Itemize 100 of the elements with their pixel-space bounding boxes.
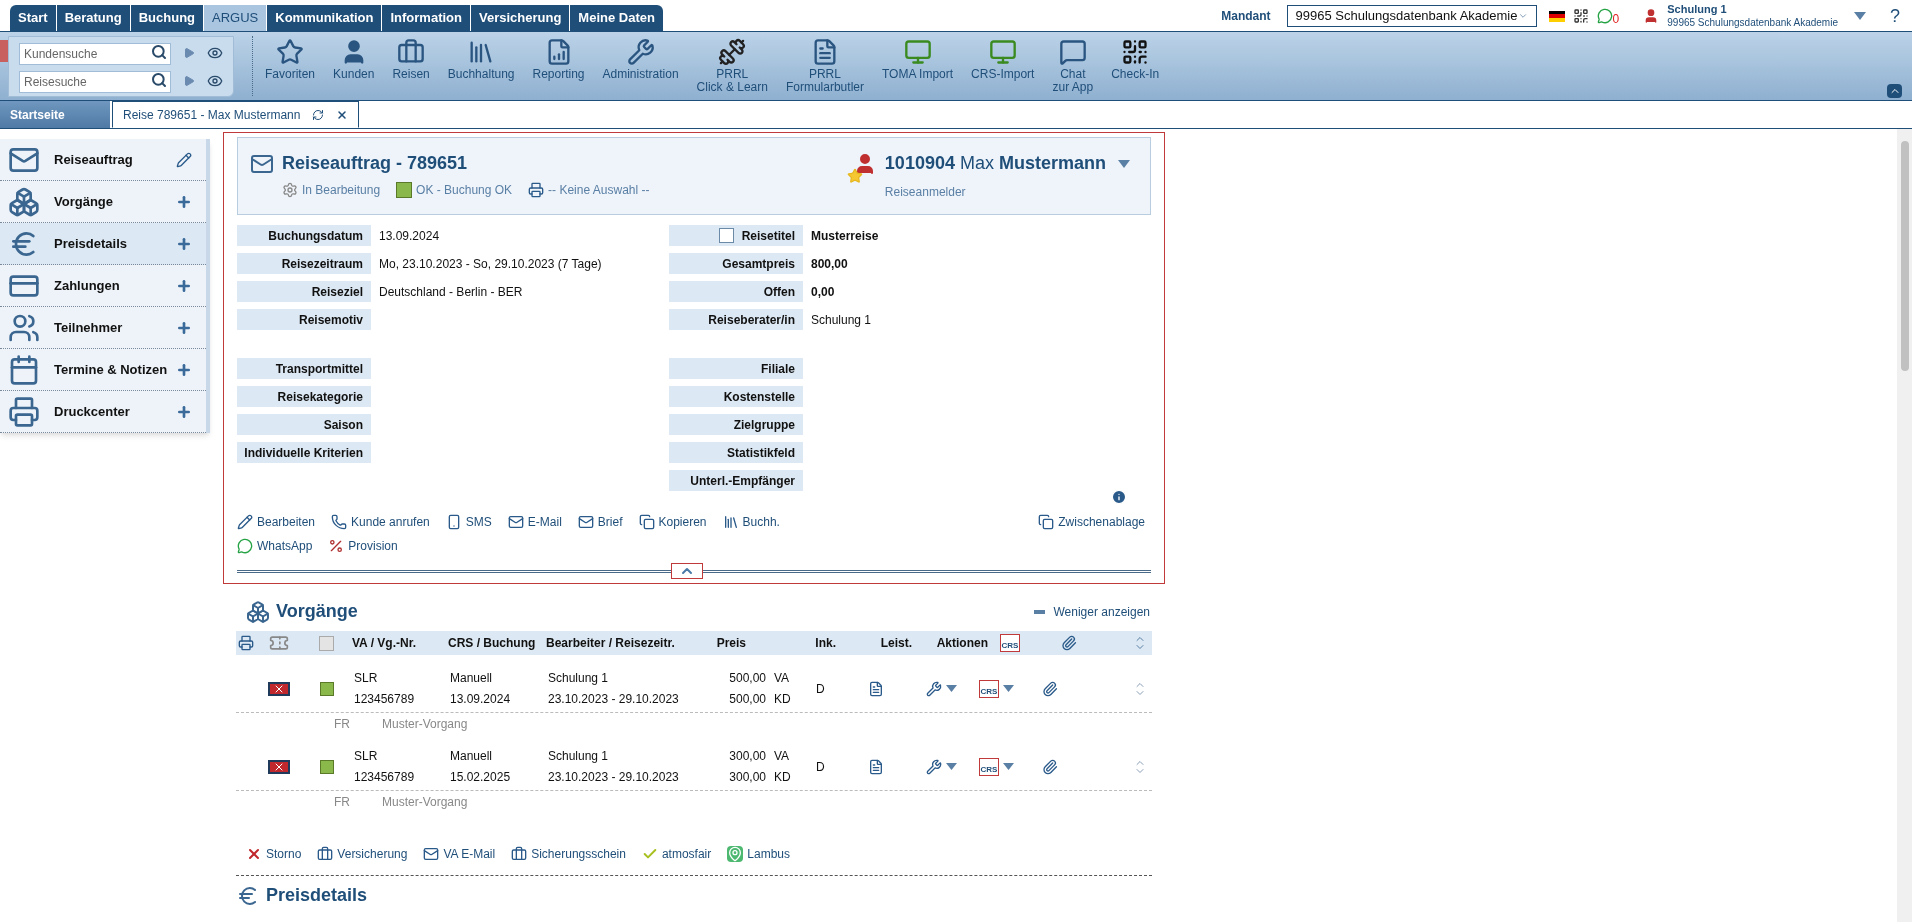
minus-icon (1034, 609, 1046, 614)
pencil-icon[interactable] (176, 151, 192, 168)
toggle-link[interactable]: Weniger anzeigen (1034, 602, 1152, 621)
document-icon[interactable] (868, 758, 884, 775)
cancel-icon[interactable] (268, 681, 290, 696)
toolbar-button[interactable]: Buchhaltung (447, 38, 515, 81)
toolbar-button[interactable]: CRS-Import (971, 38, 1035, 81)
plus-icon[interactable] (176, 235, 192, 252)
dropdown-arrow-icon[interactable] (1003, 685, 1014, 692)
action-link[interactable]: Storno (246, 845, 302, 863)
play-icon[interactable] (183, 74, 195, 87)
side-nav-item[interactable]: Reiseauftrag (0, 139, 206, 181)
scrollbar-thumb[interactable] (1900, 141, 1909, 371)
document-icon[interactable] (868, 680, 884, 697)
action-link[interactable]: Provision (328, 537, 398, 555)
toolbar-button[interactable]: Chat zur App (1052, 38, 1094, 94)
info-icon[interactable] (1111, 489, 1127, 505)
qr-code-icon[interactable] (1572, 8, 1589, 24)
search-field[interactable]: Reisesuche (19, 70, 171, 93)
dropdown-arrow-icon[interactable] (1854, 12, 1866, 20)
action-link[interactable]: SMS (445, 513, 492, 531)
side-nav-item[interactable]: Termine & Notizen (0, 349, 206, 391)
menu-tab[interactable]: Information (382, 5, 470, 31)
collapse-button[interactable] (1887, 84, 1902, 98)
toolbar-button[interactable]: Reporting (532, 38, 585, 81)
plus-icon[interactable] (176, 403, 192, 420)
side-nav-item[interactable]: Druckcenter (0, 391, 206, 433)
menu-tab[interactable]: Buchung (130, 5, 203, 31)
action-link[interactable]: Versicherung (317, 845, 408, 863)
action-link[interactable]: VA E-Mail (423, 845, 496, 863)
menu-tab[interactable]: Versicherung (471, 5, 570, 31)
action-link[interactable]: Brief (577, 513, 623, 531)
menu-tab[interactable]: ARGUS (204, 5, 267, 31)
chat-bubble-icon[interactable] (1596, 8, 1613, 24)
binders-icon (722, 514, 739, 530)
action-link[interactable]: Lambus (727, 845, 790, 863)
ticket-icon[interactable] (269, 633, 289, 653)
checkbox[interactable] (718, 228, 734, 243)
status-link[interactable]: -- Keine Auswahl -- (528, 181, 650, 199)
search-icon[interactable] (151, 43, 167, 60)
cancel-icon[interactable] (268, 759, 290, 774)
plus-icon[interactable] (176, 361, 192, 378)
action-link[interactable]: WhatsApp (237, 537, 313, 555)
toolbar-button[interactable]: Favoriten (265, 38, 316, 81)
menu-tab[interactable]: Start (10, 5, 56, 31)
action-link[interactable]: Kunde anrufen (331, 513, 430, 531)
action-link[interactable]: atmosfair (641, 845, 712, 863)
toolbar-button[interactable]: Administration (602, 38, 679, 81)
document-tab[interactable]: Startseite (0, 101, 110, 128)
dropdown-arrow-icon[interactable] (946, 763, 957, 770)
menu-tab[interactable]: Meine Daten (570, 5, 663, 31)
search-icon[interactable] (151, 71, 167, 88)
action-link[interactable]: Buchh. (722, 513, 780, 531)
checkbox[interactable] (319, 635, 334, 651)
paperclip-icon[interactable] (1042, 680, 1058, 697)
plus-icon[interactable] (176, 277, 192, 294)
toolbar-button[interactable]: PRRL Formularbutler (785, 38, 864, 94)
close-icon[interactable] (336, 108, 349, 121)
side-nav-item[interactable]: Preisdetails (0, 223, 206, 265)
document-tab[interactable]: Reise 789651 - Max Mustermann (112, 101, 360, 128)
dropdown-arrow-icon[interactable] (1003, 763, 1014, 770)
tools-icon[interactable] (926, 758, 942, 775)
action-link[interactable]: Bearbeiten (237, 513, 316, 531)
crs-icon[interactable]: CRS (979, 757, 999, 776)
action-link[interactable]: E-Mail (507, 513, 562, 531)
menu-tab[interactable]: Kommunikation (267, 5, 382, 31)
ok-icon (320, 681, 334, 696)
toolbar-button[interactable]: Check-In (1111, 38, 1160, 81)
toolbar-button[interactable]: PRRL Click & Learn (696, 38, 768, 94)
notification-count: 0 (1612, 11, 1620, 28)
status-link[interactable]: In Bearbeitung (282, 181, 381, 199)
menu-tab[interactable]: Beratung (56, 5, 130, 31)
play-icon[interactable] (183, 46, 195, 59)
dropdown-arrow-icon[interactable] (946, 685, 957, 692)
dropdown-arrow-icon[interactable] (1118, 159, 1130, 168)
side-nav-item[interactable]: Zahlungen (0, 265, 206, 307)
action-link[interactable]: Zwischenablage (1038, 513, 1151, 531)
table-cell-text: 23.10.2023 - 29.10.2023 (548, 769, 680, 786)
side-nav-item[interactable]: Teilnehmer (0, 307, 206, 349)
crs-icon[interactable]: CRS (1000, 634, 1020, 652)
printer-icon[interactable] (238, 635, 254, 651)
toolbar-button[interactable]: Reisen (392, 38, 430, 81)
status-link[interactable]: OK - Buchung OK (396, 181, 513, 199)
plus-icon[interactable] (176, 193, 192, 210)
paperclip-icon[interactable] (1042, 758, 1058, 775)
crs-icon[interactable]: CRS (979, 679, 999, 698)
help-button[interactable]: ? (1890, 2, 1900, 30)
paperclip-icon[interactable] (1061, 635, 1077, 651)
action-link[interactable]: Sicherungsschein (511, 845, 626, 863)
toolbar-button[interactable]: TOMA Import (881, 38, 954, 81)
flag-icon[interactable] (1548, 10, 1565, 22)
mandant-select[interactable]: 99965 Schulungsdatenbank Akademie (1286, 5, 1537, 27)
copy-icon (1038, 514, 1055, 530)
toolbar-button[interactable]: Kunden (333, 38, 375, 81)
collapse-button[interactable] (671, 563, 703, 579)
tools-icon[interactable] (926, 680, 942, 697)
search-field[interactable]: Kundensuche (19, 42, 171, 65)
plus-icon[interactable] (176, 319, 192, 336)
action-link[interactable]: Kopieren (638, 513, 707, 531)
refresh-icon[interactable] (312, 108, 325, 121)
